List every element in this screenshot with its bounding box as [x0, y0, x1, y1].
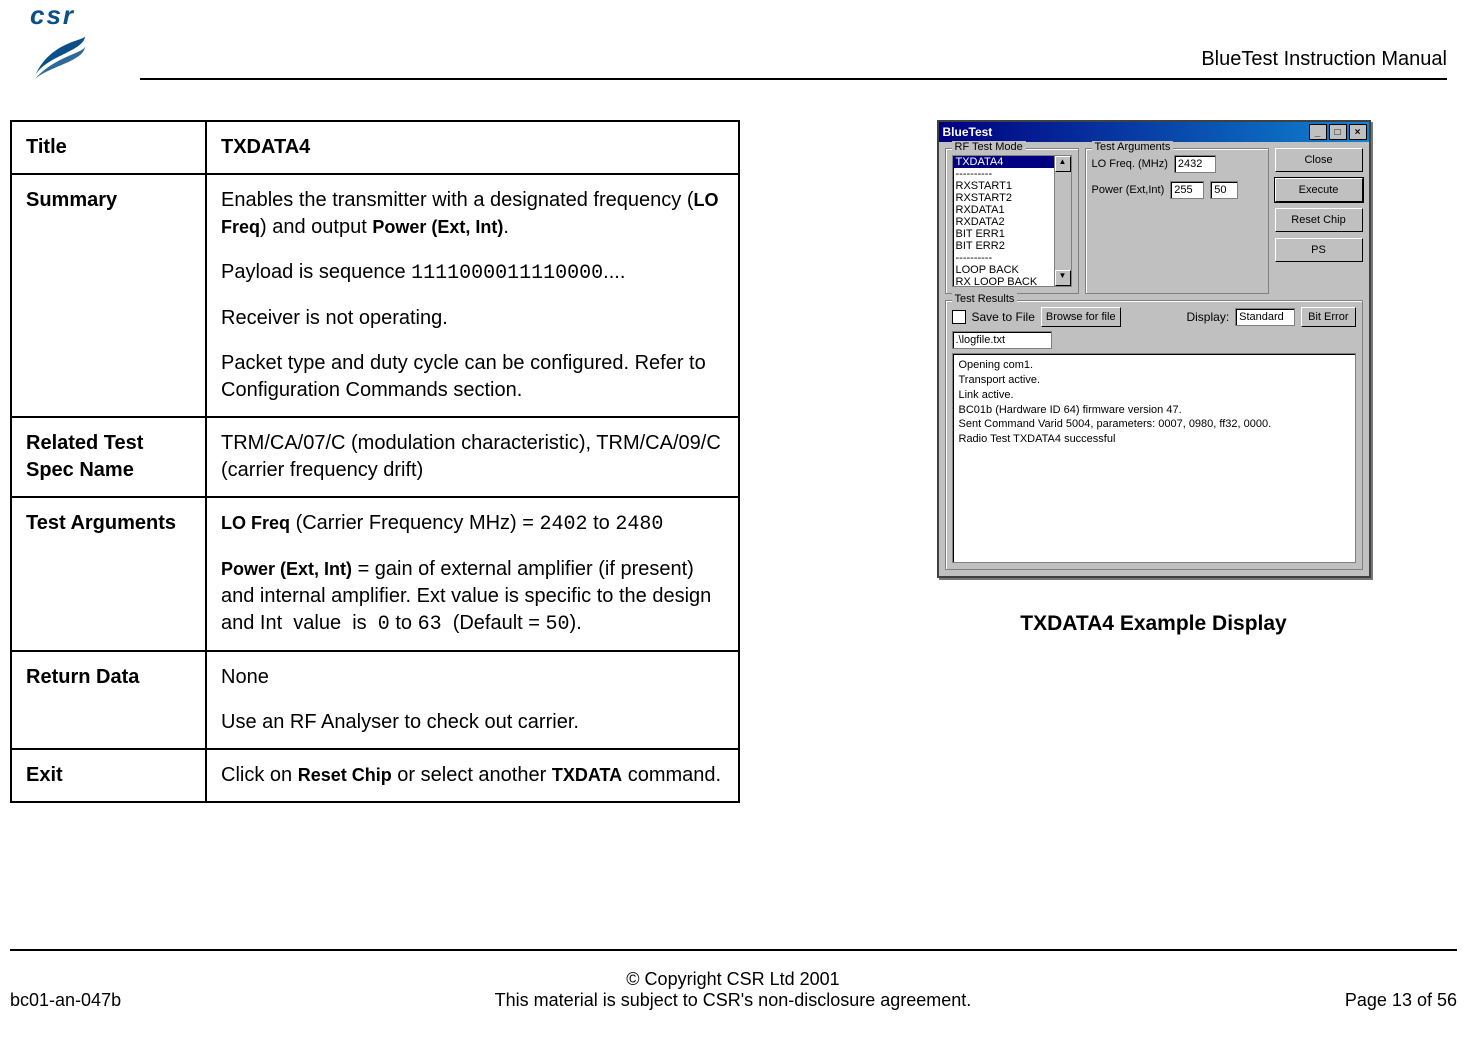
description-column: TitleTXDATA4SummaryEnables the transmitt…: [10, 120, 740, 803]
close-button[interactable]: Close: [1275, 148, 1363, 172]
table-key: Summary: [11, 174, 206, 417]
table-key: Exit: [11, 749, 206, 802]
table-key: Related Test Spec Name: [11, 417, 206, 497]
footer-center: © Copyright CSR Ltd 2001 This material i…: [121, 969, 1345, 1011]
display-label: Display:: [1186, 310, 1229, 324]
document-title: BlueTest Instruction Manual: [1201, 48, 1447, 71]
table-row: Test ArgumentsLO Freq (Carrier Frequency…: [11, 497, 739, 651]
footer-right: Page 13 of 56: [1345, 990, 1457, 1011]
save-to-file-label: Save to File: [972, 310, 1035, 324]
ps-button[interactable]: PS: [1275, 238, 1363, 262]
figure-caption: TXDATA4 Example Display: [1020, 612, 1286, 636]
logo-text: csr: [30, 0, 75, 30]
list-item[interactable]: RXDATA2: [953, 216, 1055, 228]
table-row: Return DataNoneUse an RF Analyser to che…: [11, 651, 739, 749]
power-label: Power (Ext,Int): [1092, 184, 1165, 196]
window-buttons: _ □ ×: [1309, 124, 1367, 140]
footer-copyright: © Copyright CSR Ltd 2001: [121, 969, 1345, 990]
dialog-titlebar: BlueTest _ □ ×: [939, 122, 1369, 142]
table-row: SummaryEnables the transmitter with a de…: [11, 174, 739, 417]
footer-left: bc01-an-047b: [10, 990, 121, 1011]
list-item[interactable]: RX LOOP BACK: [953, 276, 1055, 287]
header-divider: [140, 78, 1447, 80]
footer-divider: [10, 949, 1457, 951]
save-to-file-checkbox[interactable]: [952, 310, 966, 324]
table-value: NoneUse an RF Analyser to check out carr…: [206, 651, 739, 749]
list-item[interactable]: RXDATA1: [953, 204, 1055, 216]
power-ext-input[interactable]: [1170, 181, 1204, 199]
bit-error-button[interactable]: Bit Error: [1301, 307, 1355, 327]
logfile-path-input[interactable]: [952, 331, 1052, 349]
reset-chip-button[interactable]: Reset Chip: [1275, 208, 1363, 232]
close-window-button[interactable]: ×: [1349, 124, 1367, 140]
table-key: Title: [11, 121, 206, 174]
table-row: Related Test Spec NameTRM/CA/07/C (modul…: [11, 417, 739, 497]
list-item[interactable]: LOOP BACK: [953, 264, 1055, 276]
test-results-legend: Test Results: [952, 293, 1018, 305]
action-button-column: Close Execute Reset Chip PS: [1275, 148, 1363, 294]
test-arguments-legend: Test Arguments: [1092, 141, 1174, 153]
page-header: csr BlueTest Instruction Manual: [20, 0, 1447, 90]
listbox-scrollbar[interactable]: ▲ ▼: [1054, 156, 1071, 286]
footer-nda: This material is subject to CSR's non-di…: [121, 990, 1345, 1011]
bluetest-dialog: BlueTest _ □ × RF Test Mode TXDATA4-----…: [937, 120, 1371, 578]
rf-test-mode-listbox[interactable]: TXDATA4----------RXSTART1RXSTART2RXDATA1…: [952, 155, 1072, 287]
table-key: Return Data: [11, 651, 206, 749]
table-value: TRM/CA/07/C (modulation characteristic),…: [206, 417, 739, 497]
list-item[interactable]: RXSTART1: [953, 180, 1055, 192]
lofreq-input[interactable]: [1174, 155, 1216, 173]
rf-test-mode-legend: RF Test Mode: [952, 141, 1026, 153]
logo: csr: [30, 0, 130, 80]
table-row: ExitClick on Reset Chip or select anothe…: [11, 749, 739, 802]
list-item[interactable]: ----------: [953, 168, 1055, 180]
results-log: Opening com1. Transport active. Link act…: [952, 353, 1356, 563]
list-item[interactable]: BIT ERR2: [953, 240, 1055, 252]
example-column: BlueTest _ □ × RF Test Mode TXDATA4-----…: [850, 120, 1457, 803]
list-item[interactable]: RXSTART2: [953, 192, 1055, 204]
page: csr BlueTest Instruction Manual TitleTXD…: [0, 0, 1467, 1041]
test-arguments-group: Test Arguments LO Freq. (MHz) Power (Ext…: [1085, 148, 1269, 294]
page-footer: bc01-an-047b © Copyright CSR Ltd 2001 Th…: [10, 969, 1457, 1011]
display-select[interactable]: [1235, 308, 1295, 326]
scroll-up-icon[interactable]: ▲: [1055, 156, 1071, 172]
scroll-down-icon[interactable]: ▼: [1055, 270, 1071, 286]
minimize-button[interactable]: _: [1309, 124, 1327, 140]
table-value: LO Freq (Carrier Frequency MHz) = 2402 t…: [206, 497, 739, 651]
browse-button[interactable]: Browse for file: [1041, 307, 1121, 327]
rf-test-mode-group: RF Test Mode TXDATA4----------RXSTART1RX…: [945, 148, 1079, 294]
maximize-button[interactable]: □: [1329, 124, 1347, 140]
table-row: TitleTXDATA4: [11, 121, 739, 174]
logo-swoosh-icon: [30, 31, 90, 81]
list-item[interactable]: ----------: [953, 252, 1055, 264]
description-table: TitleTXDATA4SummaryEnables the transmitt…: [10, 120, 740, 803]
list-item[interactable]: BIT ERR1: [953, 228, 1055, 240]
table-value: Enables the transmitter with a designate…: [206, 174, 739, 417]
test-results-group: Test Results Save to File Browse for fil…: [945, 300, 1363, 570]
list-item[interactable]: TXDATA4: [953, 156, 1055, 168]
table-value: Click on Reset Chip or select another TX…: [206, 749, 739, 802]
execute-button[interactable]: Execute: [1275, 178, 1363, 202]
dialog-body: RF Test Mode TXDATA4----------RXSTART1RX…: [939, 142, 1369, 576]
content: TitleTXDATA4SummaryEnables the transmitt…: [10, 120, 1457, 803]
lofreq-label: LO Freq. (MHz): [1092, 158, 1168, 170]
table-key: Test Arguments: [11, 497, 206, 651]
table-value: TXDATA4: [206, 121, 739, 174]
dialog-title: BlueTest: [943, 125, 993, 139]
power-int-input[interactable]: [1210, 181, 1238, 199]
